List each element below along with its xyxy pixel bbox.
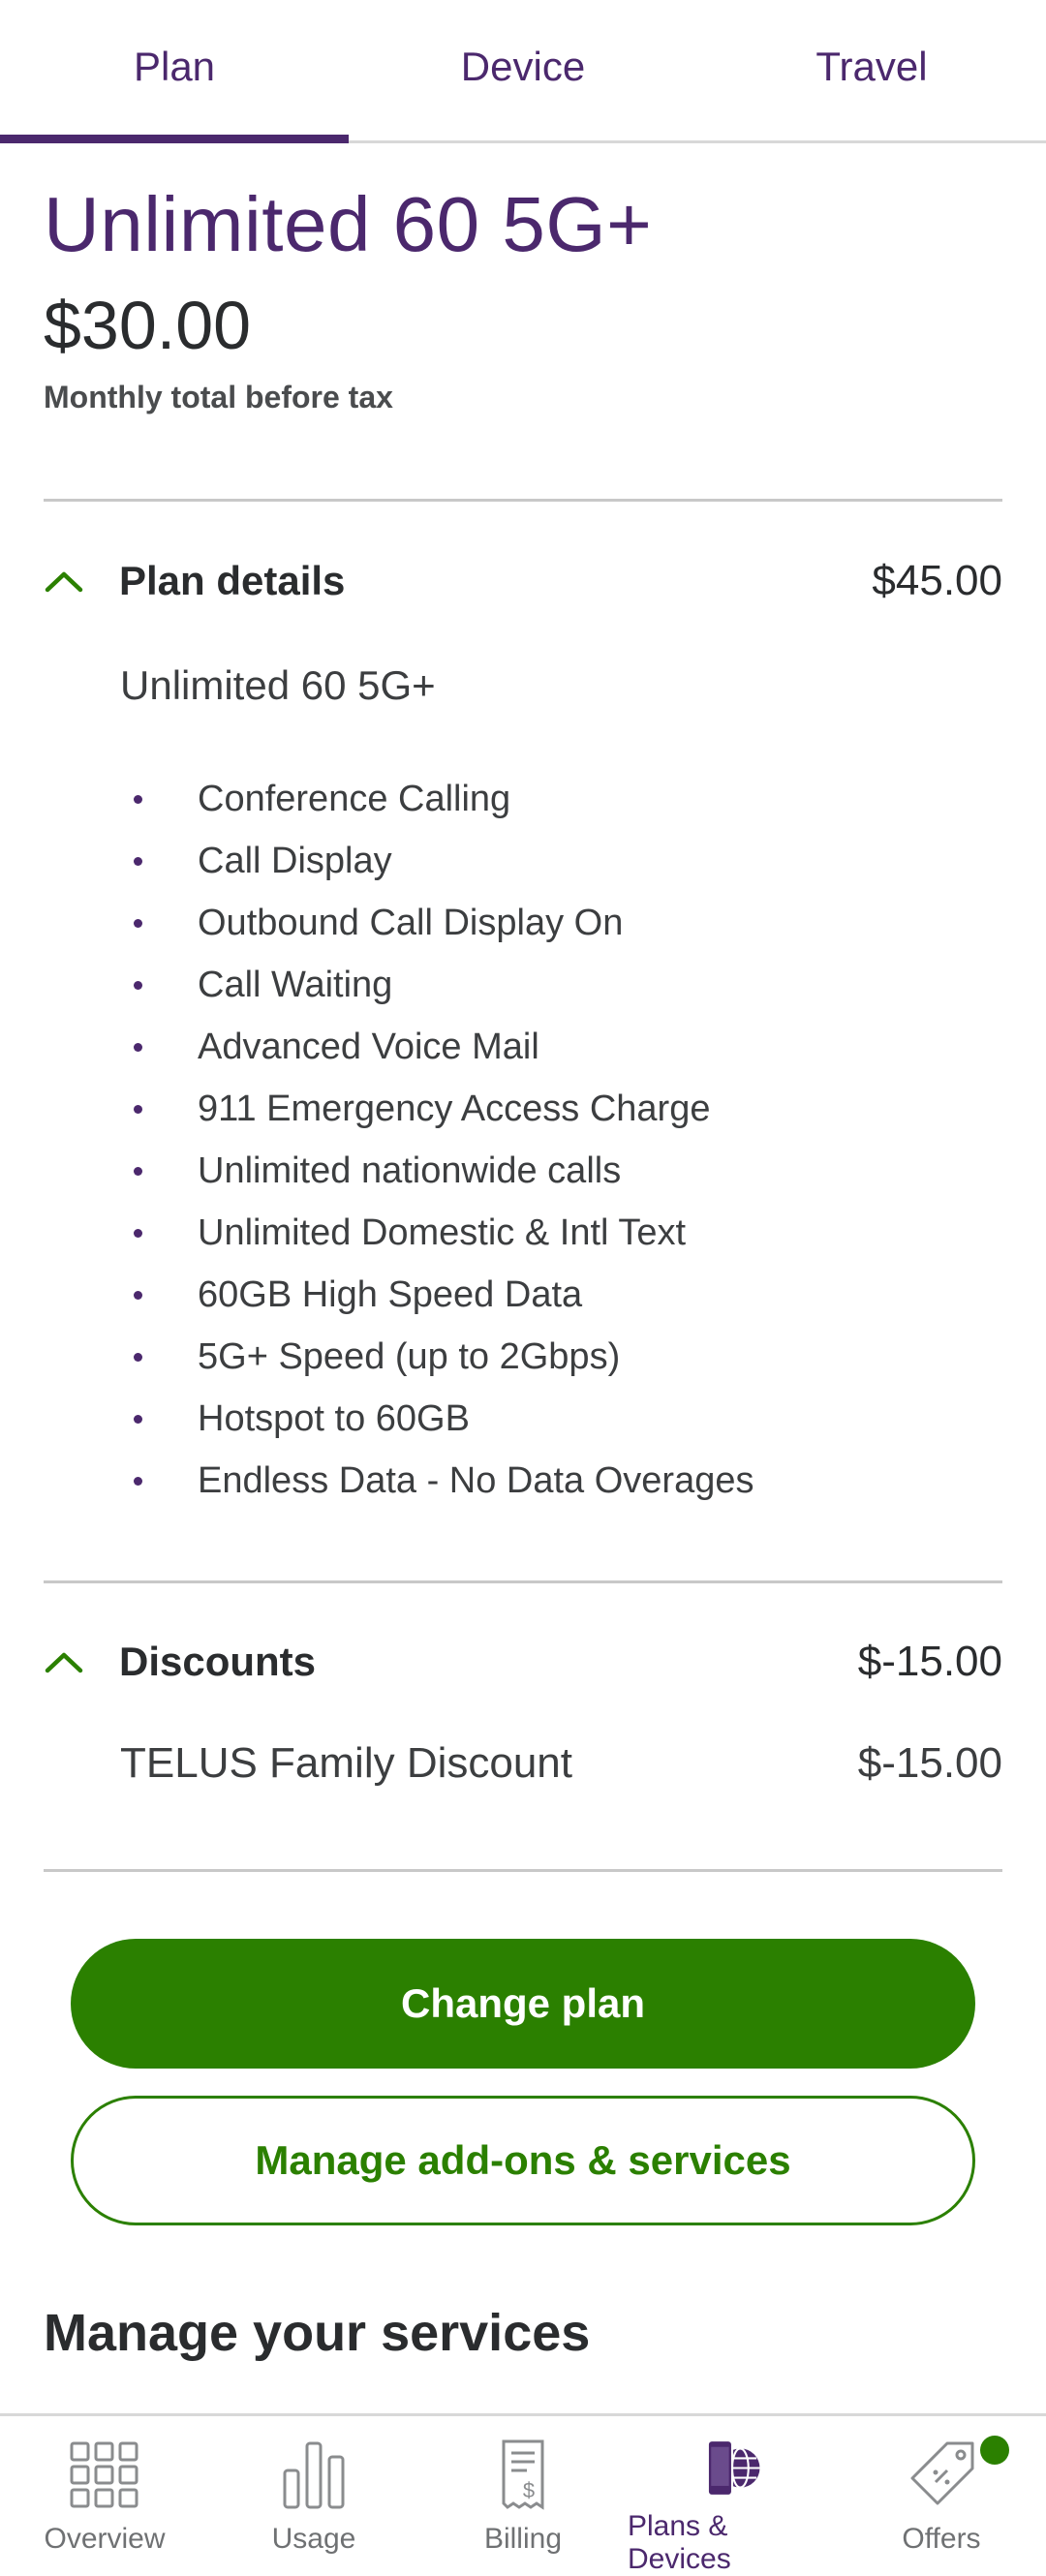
list-item: Call Waiting bbox=[120, 954, 754, 1016]
list-item: Hotspot to 60GB bbox=[120, 1388, 754, 1450]
nav-overview-label: Overview bbox=[44, 2523, 166, 2555]
receipt-icon: $ bbox=[502, 2439, 544, 2510]
list-item: 911 Emergency Access Charge bbox=[120, 1078, 754, 1140]
list-item: Outbound Call Display On bbox=[120, 892, 754, 954]
change-plan-button[interactable]: Change plan bbox=[71, 1939, 975, 2069]
tab-travel-label: Travel bbox=[815, 43, 928, 89]
nav-usage-label: Usage bbox=[271, 2523, 356, 2555]
nav-billing[interactable]: $ Billing bbox=[418, 2416, 628, 2576]
discount-name: TELUS Family Discount bbox=[120, 1739, 573, 1787]
plan-details-title: Plan details bbox=[119, 558, 346, 603]
grid-icon bbox=[70, 2441, 138, 2508]
discounts-toggle[interactable]: Discounts $-15.00 bbox=[44, 1633, 1002, 1691]
notification-badge bbox=[980, 2436, 1009, 2465]
tab-plan-label: Plan bbox=[133, 43, 216, 89]
nav-billing-label: Billing bbox=[483, 2523, 563, 2555]
plan-details-toggle[interactable]: Plan details $45.00 bbox=[44, 552, 1002, 610]
tab-plan[interactable]: Plan bbox=[0, 0, 349, 143]
tag-icon bbox=[910, 2441, 974, 2505]
nav-usage[interactable]: Usage bbox=[209, 2416, 418, 2576]
list-item: Unlimited Domestic & Intl Text bbox=[120, 1202, 754, 1264]
plan-name: Unlimited 60 5G+ bbox=[44, 181, 653, 267]
svg-text:$: $ bbox=[523, 2478, 535, 2502]
devices-globe-icon bbox=[706, 2438, 760, 2498]
list-item: Endless Data - No Data Overages bbox=[120, 1450, 754, 1512]
bar-chart-icon bbox=[283, 2441, 345, 2509]
price-subtitle: Monthly total before tax bbox=[44, 380, 393, 414]
list-item: 5G+ Speed (up to 2Gbps) bbox=[120, 1326, 754, 1388]
plan-details-amount: $45.00 bbox=[872, 557, 1002, 604]
nav-plans-devices[interactable]: Plans & Devices bbox=[628, 2416, 837, 2576]
bottom-nav: Overview Usage $ Billing Plans & Devices… bbox=[0, 2413, 1046, 2576]
chevron-up-icon bbox=[45, 1652, 83, 1673]
divider bbox=[44, 1869, 1002, 1872]
nav-offers[interactable]: Offers bbox=[837, 2416, 1046, 2576]
manage-services-heading: Manage your services bbox=[44, 2304, 591, 2362]
list-item: Call Display bbox=[120, 830, 754, 892]
tab-device-label: Device bbox=[460, 43, 586, 89]
plan-details-plan-name: Unlimited 60 5G+ bbox=[120, 662, 436, 708]
list-item: Conference Calling bbox=[120, 768, 754, 830]
discounts-title: Discounts bbox=[119, 1639, 317, 1684]
list-item: 60GB High Speed Data bbox=[120, 1264, 754, 1326]
discount-amount: $-15.00 bbox=[857, 1739, 1002, 1787]
list-item: Advanced Voice Mail bbox=[120, 1016, 754, 1078]
divider bbox=[44, 499, 1002, 502]
discounts-amount: $-15.00 bbox=[857, 1638, 1002, 1685]
nav-plans-devices-label: Plans & Devices bbox=[628, 2510, 731, 2575]
manage-addons-button[interactable]: Manage add-ons & services bbox=[71, 2096, 975, 2225]
feature-list: Conference Calling Call Display Outbound… bbox=[120, 768, 754, 1512]
chevron-up-icon bbox=[45, 571, 83, 593]
divider bbox=[44, 1580, 1002, 1583]
list-item: Unlimited nationwide calls bbox=[120, 1140, 754, 1202]
plan-price: $30.00 bbox=[44, 288, 252, 363]
discount-row: TELUS Family Discount $-15.00 bbox=[120, 1739, 1002, 1788]
nav-offers-label: Offers bbox=[902, 2523, 981, 2555]
tab-device[interactable]: Device bbox=[349, 0, 697, 140]
tab-bar: Plan Device Travel bbox=[0, 0, 1046, 143]
nav-overview[interactable]: Overview bbox=[0, 2416, 209, 2576]
tab-travel[interactable]: Travel bbox=[697, 0, 1046, 140]
